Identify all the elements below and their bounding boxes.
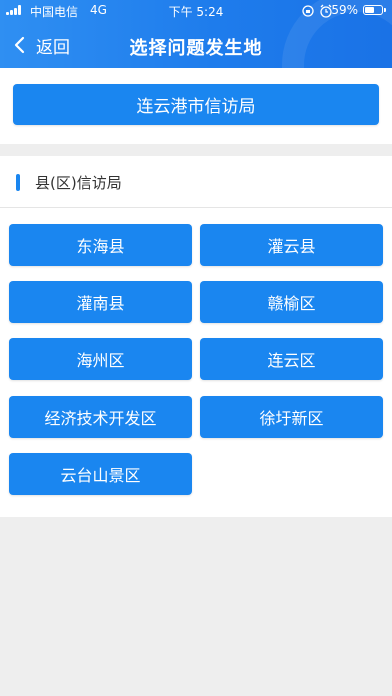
county-button[interactable]: 赣榆区	[200, 281, 383, 323]
county-button[interactable]: 徐圩新区	[200, 396, 383, 438]
header: 中国电信 4G 下午 5:24 59% 返回 选择问题发生地	[0, 0, 392, 68]
page-title: 选择问题发生地	[129, 38, 263, 59]
status-bar: 中国电信 4G 下午 5:24 59%	[0, 0, 392, 22]
county-card: 县(区)信访局 东海县 灌云县 灌南县 赣榆区 海州区 连云区 经济技术开发区 …	[0, 156, 392, 517]
county-button[interactable]: 灌云县	[200, 224, 383, 266]
county-button[interactable]: 连云区	[200, 338, 383, 380]
section-title: 县(区)信访局	[35, 174, 122, 192]
lock-rotation-alarm-icon	[302, 4, 332, 18]
section-marker	[16, 174, 20, 191]
battery-percent: 59%	[331, 3, 358, 17]
county-button[interactable]: 灌南县	[9, 281, 192, 323]
county-button[interactable]: 海州区	[9, 338, 192, 380]
county-button[interactable]: 经济技术开发区	[9, 396, 192, 438]
city-bureau-button[interactable]: 连云港市信访局	[13, 84, 379, 125]
city-card: 连云港市信访局	[0, 68, 392, 144]
county-button[interactable]: 东海县	[9, 224, 192, 266]
divider	[0, 207, 392, 208]
battery-icon	[363, 5, 386, 15]
county-button[interactable]: 云台山景区	[9, 453, 192, 495]
